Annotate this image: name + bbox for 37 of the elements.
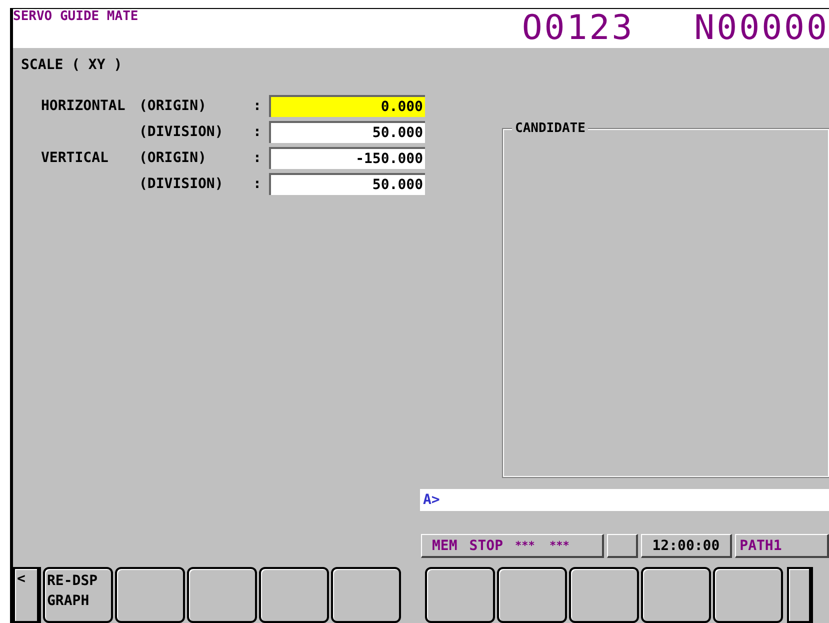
field-label: (DIVISION) — [139, 124, 224, 140]
app-title: SERVO GUIDE MATE — [13, 9, 140, 24]
softkey[interactable] — [497, 567, 567, 623]
field-separator: : — [253, 124, 262, 140]
field-separator: : — [253, 98, 262, 114]
softkey[interactable]: RE-DSP GRAPH — [43, 567, 113, 623]
program-number: O0123 — [522, 9, 634, 47]
value-field[interactable]: 50.000 — [269, 172, 425, 195]
softkey[interactable] — [425, 567, 495, 623]
screen-title: SCALE ( XY ) — [21, 56, 124, 73]
path-status: PATH1 — [734, 534, 829, 558]
field-label: (ORIGIN) — [139, 98, 208, 114]
mode-status: MEM — [432, 538, 458, 554]
field-label: (DIVISION) — [139, 176, 224, 192]
value-field[interactable]: -150.000 — [269, 146, 425, 169]
field-separator: : — [253, 176, 262, 192]
value-field[interactable]: 50.000 — [269, 120, 425, 143]
softkey[interactable] — [713, 567, 783, 623]
previous-softkey[interactable]: < — [13, 567, 41, 623]
status-panel — [606, 534, 638, 558]
softkey[interactable] — [331, 567, 401, 623]
softkey[interactable] — [259, 567, 329, 623]
clock-time: 12:00:00 — [641, 534, 732, 558]
alarm-status: *** *** — [515, 539, 570, 552]
field-separator: : — [253, 150, 262, 166]
softkey[interactable] — [115, 567, 185, 623]
sequence-number: N00000 — [694, 9, 829, 47]
run-status: STOP — [469, 538, 504, 554]
softkey[interactable] — [187, 567, 257, 623]
field-group-label: VERTICAL — [41, 150, 108, 166]
softkey[interactable] — [641, 567, 711, 623]
field-label: (ORIGIN) — [139, 150, 208, 166]
field-group-label: HORIZONTAL — [41, 98, 126, 114]
value-field[interactable]: 0.000 — [269, 94, 425, 117]
softkey[interactable] — [569, 567, 639, 623]
next-softkey[interactable] — [787, 567, 813, 623]
input-field[interactable]: A> — [420, 489, 829, 512]
